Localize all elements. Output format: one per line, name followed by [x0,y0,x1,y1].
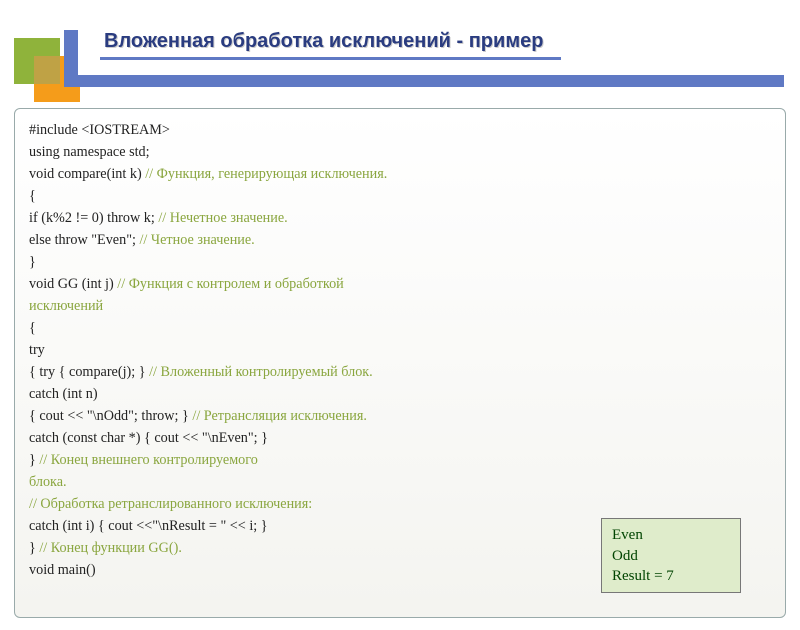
code-line: void GG (int j) // Функция с контролем и… [29,273,771,295]
code-line: if (k%2 != 0) throw k; // Нечетное значе… [29,207,771,229]
code-line: catch (const char *) { cout << "\nEven";… [29,427,771,449]
output-line: Odd [612,546,730,566]
code-line: } [29,251,771,273]
code-line: else throw "Even"; // Четное значение. [29,229,771,251]
code-line: { cout << "\nOdd"; throw; } // Ретрансля… [29,405,771,427]
slide-title: Вложенная обработка исключений - пример [100,30,561,60]
code-line: исключений [29,295,771,317]
code-line: } // Конец внешнего контролируемого [29,449,771,471]
output-line: Even [612,525,730,545]
title-underline-bar [64,75,784,87]
code-line: { try { compare(j); } // Вложенный контр… [29,361,771,383]
code-line: #include <IOSTREAM> [29,119,771,141]
code-line: try [29,339,771,361]
output-line: Result = 7 [612,566,730,586]
code-line: void compare(int k) // Функция, генериру… [29,163,771,185]
code-line: { [29,185,771,207]
code-line: блока. [29,471,771,493]
code-line: using namespace std; [29,141,771,163]
code-example-box: #include <IOSTREAM> using namespace std;… [14,108,786,618]
code-line: { [29,317,771,339]
code-line: catch (int n) [29,383,771,405]
program-output-box: Even Odd Result = 7 [601,518,741,593]
code-line: // Обработка ретранслированного исключен… [29,493,771,515]
slide-title-row: Вложенная обработка исключений - пример [100,30,800,60]
